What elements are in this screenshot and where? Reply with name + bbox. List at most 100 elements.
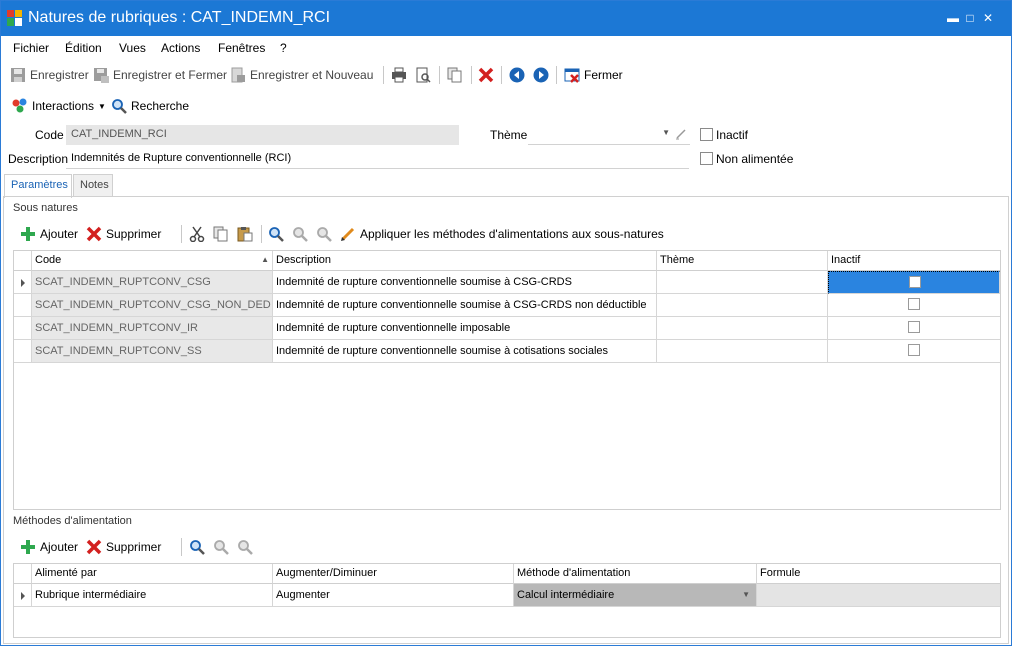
table-row-method-dropdown[interactable]: Calcul intermédiaire ▼ <box>514 584 757 607</box>
methods-add-label: Ajouter <box>40 540 79 554</box>
methods-delete-button[interactable]: Supprimer <box>86 538 161 556</box>
tab-parametres[interactable]: Paramètres <box>4 174 72 198</box>
close-label: Fermer <box>584 68 623 82</box>
toolbar-separator <box>181 225 182 243</box>
toolbar-separator <box>471 66 472 84</box>
table-row-inactive[interactable] <box>828 294 1000 317</box>
column-header-source[interactable]: Alimenté par <box>32 564 273 584</box>
maximize-button[interactable]: □ <box>962 10 978 26</box>
print-icon[interactable] <box>391 67 407 83</box>
row-indicator[interactable] <box>14 271 32 294</box>
toolbar-separator <box>501 66 502 84</box>
row-indicator[interactable] <box>14 340 32 363</box>
table-row-theme[interactable] <box>657 317 828 340</box>
chevron-down-icon[interactable]: ▼ <box>662 128 670 137</box>
menu-edition[interactable]: Édition <box>65 41 102 55</box>
subnatures-delete-button[interactable]: Supprimer <box>86 225 161 243</box>
row-indicator-header <box>14 251 32 271</box>
copy-icon[interactable] <box>447 67 463 83</box>
main-window: Natures de rubriques : CAT_INDEMN_RCI ▬ … <box>0 0 1012 646</box>
previous-icon[interactable] <box>509 67 525 83</box>
column-header-formula[interactable]: Formule <box>757 564 1000 584</box>
next-icon[interactable] <box>533 67 549 83</box>
description-field[interactable]: Indemnités de Rupture conventionnelle (R… <box>66 149 689 169</box>
table-row-theme[interactable] <box>657 294 828 317</box>
zoom-out-icon[interactable] <box>316 226 332 242</box>
chevron-down-icon[interactable]: ▼ <box>742 590 750 599</box>
apply-methods-button[interactable]: Appliquer les méthodes d'alimentations a… <box>340 225 664 243</box>
save-button[interactable]: Enregistrer <box>10 66 89 84</box>
inactive-checkbox[interactable] <box>700 128 713 141</box>
delete-icon[interactable] <box>478 67 494 83</box>
table-row-description[interactable]: Indemnité de rupture conventionnelle sou… <box>273 271 657 294</box>
row-inactive-checkbox[interactable] <box>909 276 921 288</box>
plus-icon <box>21 540 35 554</box>
chevron-down-icon: ▼ <box>98 101 106 111</box>
print-preview-icon[interactable] <box>415 67 431 83</box>
zoom-in-icon[interactable] <box>213 539 229 555</box>
column-header-code[interactable]: Code ▲ <box>32 251 273 271</box>
save-close-label: Enregistrer et Fermer <box>113 68 228 82</box>
column-header-direction[interactable]: Augmenter/Diminuer <box>273 564 514 584</box>
copy-icon[interactable] <box>213 226 229 242</box>
table-row-method: Calcul intermédiaire <box>517 589 615 601</box>
theme-dropdown[interactable]: ▼ <box>528 125 690 145</box>
menu-vues[interactable]: Vues <box>119 41 146 55</box>
close-window-button[interactable]: ✕ <box>980 10 996 26</box>
table-row-code[interactable]: SCAT_INDEMN_RUPTCONV_CSG_NON_DED <box>32 294 273 317</box>
minimize-button[interactable]: ▬ <box>945 10 961 26</box>
toolbar-separator <box>383 66 384 84</box>
zoom-in-icon[interactable] <box>292 226 308 242</box>
row-inactive-checkbox[interactable] <box>908 298 920 310</box>
methods-add-button[interactable]: Ajouter <box>20 538 78 556</box>
search-icon[interactable] <box>189 539 205 555</box>
table-row-inactive[interactable] <box>828 317 1000 340</box>
table-row-source[interactable]: Rubrique intermédiaire <box>32 584 273 607</box>
zoom-out-icon[interactable] <box>237 539 253 555</box>
row-inactive-checkbox[interactable] <box>908 321 920 333</box>
table-row-inactive[interactable] <box>828 271 1000 294</box>
menu-actions[interactable]: Actions <box>161 41 200 55</box>
search-label: Recherche <box>131 99 190 113</box>
cut-icon[interactable] <box>189 226 205 242</box>
column-header-method[interactable]: Méthode d'alimentation <box>514 564 757 584</box>
row-indicator[interactable] <box>14 317 32 340</box>
code-field[interactable]: CAT_INDEMN_RCI <box>66 125 459 145</box>
menu-fenetres[interactable]: Fenêtres <box>218 41 265 55</box>
table-row-theme[interactable] <box>657 271 828 294</box>
row-indicator[interactable] <box>14 294 32 317</box>
table-row-theme[interactable] <box>657 340 828 363</box>
not-fed-checkbox[interactable] <box>700 152 713 165</box>
search-icon <box>112 99 127 114</box>
table-row-description[interactable]: Indemnité de rupture conventionnelle imp… <box>273 317 657 340</box>
edit-pencil-icon[interactable] <box>675 128 687 140</box>
table-row-description[interactable]: Indemnité de rupture conventionnelle sou… <box>273 294 657 317</box>
close-button[interactable]: Fermer <box>564 66 623 84</box>
row-indicator[interactable] <box>14 584 32 607</box>
subnatures-add-button[interactable]: Ajouter <box>20 225 78 243</box>
table-row-formula[interactable] <box>757 584 1000 607</box>
menu-help[interactable]: ? <box>280 41 287 55</box>
toolbar-separator <box>556 66 557 84</box>
save-new-button[interactable]: Enregistrer et Nouveau <box>230 66 373 84</box>
column-header-inactive[interactable]: Inactif <box>828 251 1000 271</box>
table-row-code[interactable]: SCAT_INDEMN_RUPTCONV_IR <box>32 317 273 340</box>
close-form-icon <box>564 68 580 83</box>
column-header-description[interactable]: Description <box>273 251 657 271</box>
tab-notes[interactable]: Notes <box>73 174 113 197</box>
search-icon[interactable] <box>268 226 284 242</box>
row-inactive-checkbox[interactable] <box>908 344 920 356</box>
table-row-inactive[interactable] <box>828 340 1000 363</box>
column-header-theme[interactable]: Thème <box>657 251 828 271</box>
table-row-code[interactable]: SCAT_INDEMN_RUPTCONV_SS <box>32 340 273 363</box>
paste-icon[interactable] <box>237 226 253 242</box>
table-row-direction[interactable]: Augmenter <box>273 584 514 607</box>
table-row-code[interactable]: SCAT_INDEMN_RUPTCONV_CSG <box>32 271 273 294</box>
menu-fichier[interactable]: Fichier <box>13 41 49 55</box>
interactions-button[interactable]: Interactions ▼ <box>12 97 106 115</box>
row-indicator-header <box>14 564 32 584</box>
save-close-button[interactable]: Enregistrer et Fermer <box>93 66 227 84</box>
window-title: Natures de rubriques : CAT_INDEMN_RCI <box>28 9 331 26</box>
table-row-description[interactable]: Indemnité de rupture conventionnelle sou… <box>273 340 657 363</box>
search-button[interactable]: Recherche <box>111 97 189 115</box>
